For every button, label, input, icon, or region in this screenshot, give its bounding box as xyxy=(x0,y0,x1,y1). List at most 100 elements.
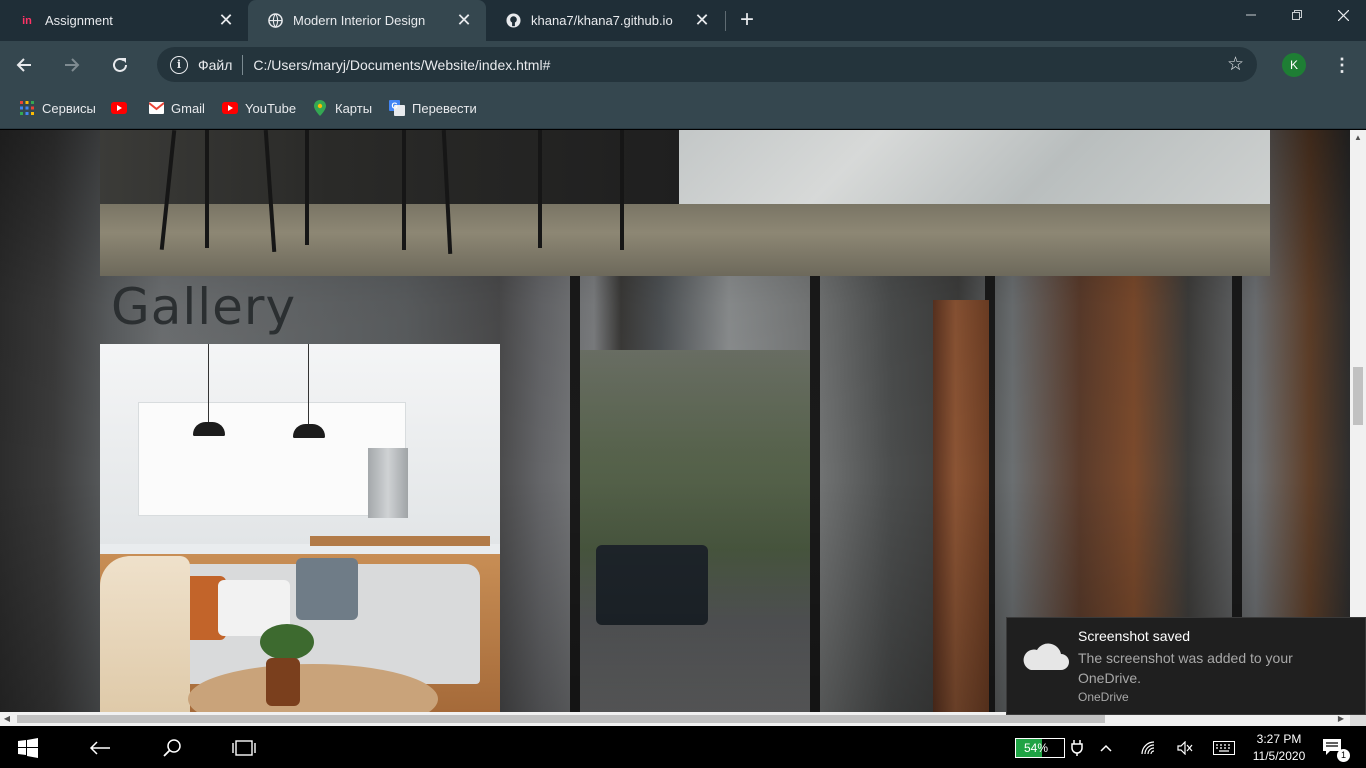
battery-percent: 54% xyxy=(1024,741,1049,755)
gallery-image-living-room[interactable] xyxy=(100,344,500,712)
bookmark-maps[interactable]: Карты xyxy=(312,99,372,117)
wifi-button[interactable] xyxy=(1136,728,1160,768)
invision-icon: in xyxy=(22,14,32,27)
arrow-right-icon xyxy=(65,58,80,72)
system-clock[interactable]: 3:27 PM 11/5/2020 xyxy=(1243,731,1315,765)
tab-github[interactable]: khana7/khana7.github.io ✕ xyxy=(486,0,724,41)
scroll-left-icon[interactable]: ◀ xyxy=(0,712,14,726)
bookmark-label: Сервисы xyxy=(42,100,96,116)
knit-blanket xyxy=(100,556,190,712)
tab-title: Assignment xyxy=(45,13,113,28)
windows-logo-icon xyxy=(18,738,38,758)
svg-text:G: G xyxy=(392,102,398,111)
restore-icon xyxy=(1292,10,1302,20)
close-icon[interactable]: ✕ xyxy=(214,9,238,33)
pendant-lamp xyxy=(293,424,325,438)
bookmarks-bar: Сервисы Gmail YouTube Карты G Перевести xyxy=(0,88,1366,129)
tab-title: khana7/khana7.github.io xyxy=(531,13,673,28)
bookmark-star-icon[interactable]: ☆ xyxy=(1227,53,1244,76)
search-button[interactable] xyxy=(152,728,192,768)
youtube-icon xyxy=(222,100,238,116)
task-view-icon xyxy=(232,740,256,756)
stool-leg xyxy=(620,130,624,250)
close-icon[interactable]: ✕ xyxy=(690,9,714,33)
onedrive-notification[interactable]: Screenshot saved The screenshot was adde… xyxy=(1006,617,1366,715)
restore-button[interactable] xyxy=(1274,0,1320,30)
omnibox-divider xyxy=(242,54,244,75)
close-icon[interactable]: ✕ xyxy=(452,9,476,33)
forward-button[interactable] xyxy=(57,50,87,80)
globe-icon xyxy=(267,13,283,29)
info-icon[interactable]: i xyxy=(170,55,188,74)
task-view-button[interactable] xyxy=(224,728,264,768)
bookmark-translate[interactable]: G Перевести xyxy=(389,99,477,117)
tab-title: Modern Interior Design xyxy=(293,13,426,28)
start-button[interactable] xyxy=(0,728,56,768)
github-icon xyxy=(505,13,521,29)
clock-time: 3:27 PM xyxy=(1256,732,1302,746)
fridge xyxy=(368,448,408,518)
tab-assignment[interactable]: in Assignment ✕ xyxy=(0,0,248,41)
arrow-left-icon xyxy=(16,58,31,72)
scheme-label: Файл xyxy=(198,56,233,73)
scroll-up-icon[interactable]: ▲ xyxy=(1350,130,1366,146)
back-button[interactable] xyxy=(80,728,120,768)
lamp-cord xyxy=(308,344,309,424)
lamp-cord xyxy=(208,344,209,422)
stool-leg xyxy=(538,130,542,248)
stool-leg xyxy=(402,130,406,250)
bookmark-label: Gmail xyxy=(171,100,205,116)
keyboard-icon xyxy=(1213,741,1235,755)
more-menu-icon[interactable]: ⋮ xyxy=(1332,52,1352,78)
bookmark-services[interactable]: Сервисы xyxy=(19,99,96,117)
cloud-icon xyxy=(1019,638,1069,672)
keyboard-button[interactable] xyxy=(1210,728,1238,768)
scroll-thumb[interactable] xyxy=(1353,367,1363,425)
minimize-button[interactable] xyxy=(1228,0,1274,30)
stool-leg xyxy=(205,130,209,248)
bookmark-label: Карты xyxy=(335,100,373,116)
battery-indicator[interactable]: 54% xyxy=(1015,738,1065,758)
bookmark-youtube[interactable]: YouTube xyxy=(222,99,296,117)
kitchen-cabinet xyxy=(138,402,406,516)
translate-icon: G xyxy=(389,100,405,116)
back-button[interactable] xyxy=(9,50,39,80)
stool-leg xyxy=(305,130,309,245)
show-hidden-icons-button[interactable] xyxy=(1094,728,1118,768)
close-icon xyxy=(1337,9,1349,21)
address-bar[interactable]: i Файл C:/Users/maryj/Documents/Website/… xyxy=(157,47,1257,82)
volume-muted-icon xyxy=(1177,741,1193,755)
tab-modern-interior-design[interactable]: Modern Interior Design ✕ xyxy=(248,0,486,41)
reload-button[interactable] xyxy=(105,50,135,80)
action-center-button[interactable]: 1 xyxy=(1322,738,1350,762)
youtube-icon xyxy=(111,100,127,116)
url-text[interactable]: C:/Users/maryj/Documents/Website/index.h… xyxy=(253,57,1227,73)
tab-separator xyxy=(725,11,726,31)
scroll-thumb[interactable] xyxy=(17,715,1105,723)
wifi-icon xyxy=(1141,741,1155,755)
plug-icon xyxy=(1066,728,1088,768)
bookmark-gmail[interactable]: Gmail xyxy=(148,99,205,117)
close-window-button[interactable] xyxy=(1320,0,1366,30)
plant xyxy=(260,624,314,660)
pillow xyxy=(296,558,358,620)
browser-toolbar: i Файл C:/Users/maryj/Documents/Website/… xyxy=(0,41,1366,88)
windows-taskbar: 54% 3:27 PM 11/5/2020 1 xyxy=(0,728,1366,768)
bookmark-youtube-icon-only[interactable] xyxy=(111,99,134,117)
new-tab-button[interactable]: + xyxy=(734,8,760,34)
featured-interior-photo xyxy=(100,130,1270,276)
battery-fill: 54% xyxy=(1016,739,1048,757)
minimize-icon xyxy=(1246,14,1256,16)
maps-pin-icon xyxy=(312,100,328,116)
tab-strip: in Assignment ✕ Modern Interior Design ✕… xyxy=(0,0,1366,41)
notification-count: 1 xyxy=(1337,749,1350,762)
vase xyxy=(266,658,300,706)
bookmark-label: YouTube xyxy=(245,100,297,116)
profile-avatar[interactable]: K xyxy=(1282,53,1306,77)
clock-date: 11/5/2020 xyxy=(1252,749,1306,763)
arrow-left-icon xyxy=(89,741,110,755)
reload-icon xyxy=(113,57,127,72)
pendant-lamp xyxy=(193,422,225,436)
chevron-up-icon xyxy=(1100,744,1112,752)
volume-button[interactable] xyxy=(1173,728,1197,768)
